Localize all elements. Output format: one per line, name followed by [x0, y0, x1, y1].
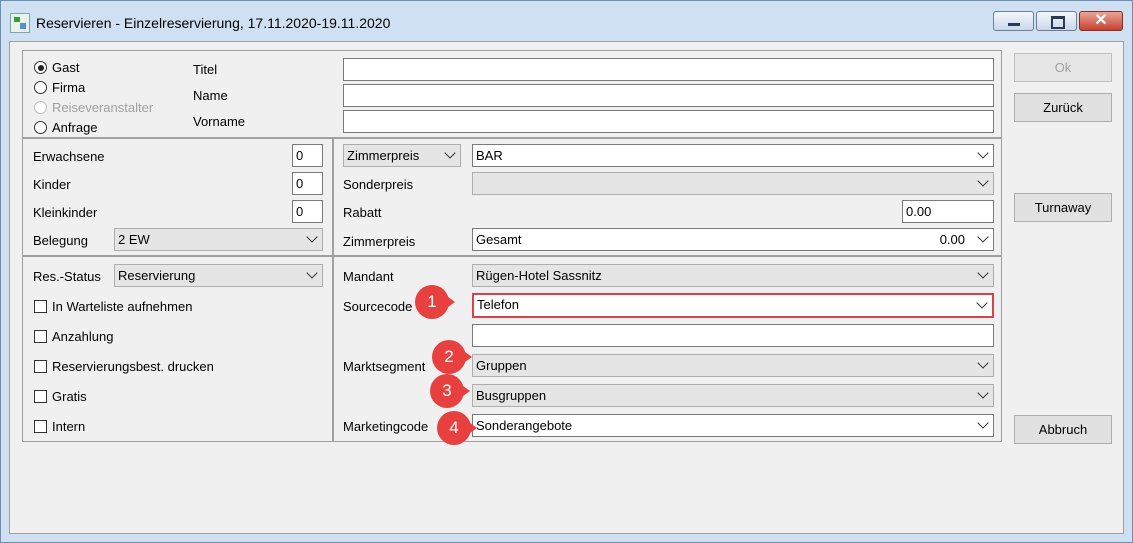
chevron-down-icon	[977, 417, 989, 429]
price-type-value: Zimmerpreis	[347, 148, 420, 163]
callout-badge-1: 1	[415, 285, 455, 319]
callout-badge-2: 2	[432, 340, 472, 374]
marktsegment-value: Gruppen	[476, 358, 527, 373]
intern-checkbox[interactable]	[34, 420, 47, 433]
kleinkinder-label: Kleinkinder	[33, 205, 98, 220]
mandant-select[interactable]: Rügen-Hotel Sassnitz	[472, 264, 994, 287]
zimmerpreis-value: 0.00	[939, 232, 965, 247]
rate-value: BAR	[476, 148, 503, 163]
chevron-down-icon	[977, 175, 989, 187]
warteliste-label[interactable]: In Warteliste aufnehmen	[52, 299, 192, 314]
minimize-icon	[1008, 23, 1020, 26]
sonderpreis-select[interactable]	[472, 172, 994, 195]
close-button[interactable]: ✕	[1079, 11, 1123, 31]
zimmerpreis-select[interactable]: Gesamt 0.00	[472, 228, 994, 251]
app-icon	[10, 13, 30, 33]
belegung-select[interactable]: 2 EW	[114, 228, 323, 251]
dialog-client-area: Gast Firma Reiseveranstalter Anfrage Tit…	[9, 41, 1124, 534]
chevron-down-icon	[976, 297, 988, 309]
gratis-checkbox[interactable]	[34, 390, 47, 403]
chevron-down-icon	[306, 267, 318, 279]
res-status-label: Res.-Status	[33, 269, 101, 284]
radio-reiseveranstalter-label[interactable]: Reiseveranstalter	[52, 100, 153, 115]
window-title: Reservieren - Einzelreservierung, 17.11.…	[36, 15, 391, 31]
minimize-button[interactable]	[993, 11, 1034, 31]
radio-gast[interactable]	[34, 61, 47, 74]
radio-anfrage[interactable]	[34, 121, 47, 134]
price-type-select[interactable]: Zimmerpreis	[343, 144, 461, 167]
callout-number: 1	[427, 292, 437, 311]
source-extra-input[interactable]	[472, 324, 994, 347]
anzahlung-checkbox[interactable]	[34, 330, 47, 343]
radio-reiseveranstalter[interactable]	[34, 101, 47, 114]
res-status-select[interactable]: Reservierung	[114, 264, 323, 287]
erwachsene-label: Erwachsene	[33, 149, 105, 164]
titel-label: Titel	[193, 62, 218, 77]
rabatt-input[interactable]: 0.00	[902, 200, 994, 223]
res-status-value: Reservierung	[118, 268, 196, 283]
titel-input[interactable]	[343, 58, 994, 81]
name-input[interactable]	[343, 84, 994, 107]
maximize-icon	[1051, 16, 1065, 29]
back-button[interactable]: Zurück	[1014, 93, 1112, 122]
zimmerpreis-label: Zimmerpreis	[343, 234, 416, 249]
mandant-value: Rügen-Hotel Sassnitz	[476, 268, 602, 283]
kleinkinder-input[interactable]: 0	[292, 200, 323, 223]
subsegment-value: Busgruppen	[476, 388, 547, 403]
sourcecode-label: Sourcecode	[343, 299, 413, 314]
sonderpreis-label: Sonderpreis	[343, 177, 414, 192]
mandant-label: Mandant	[343, 269, 394, 284]
marketingcode-label: Marketingcode	[343, 419, 429, 434]
rate-select[interactable]: BAR	[472, 144, 994, 167]
gratis-label[interactable]: Gratis	[52, 389, 87, 404]
marktsegment-select[interactable]: Gruppen	[472, 354, 994, 377]
marketingcode-select[interactable]: Sonderangebote	[472, 414, 994, 437]
chevron-down-icon	[977, 357, 989, 369]
radio-anfrage-label[interactable]: Anfrage	[52, 120, 98, 135]
chevron-down-icon	[444, 147, 456, 159]
warteliste-checkbox[interactable]	[34, 300, 47, 313]
chevron-down-icon	[977, 387, 989, 399]
belegung-label: Belegung	[33, 233, 88, 248]
sourcecode-value: Telefon	[477, 297, 519, 312]
callout-number: 2	[444, 347, 454, 366]
marketingcode-value: Sonderangebote	[476, 418, 573, 433]
title-bar[interactable]: Reservieren - Einzelreservierung, 17.11.…	[1, 1, 1132, 41]
radio-firma-label[interactable]: Firma	[52, 80, 85, 95]
chevron-down-icon	[977, 267, 989, 279]
close-icon: ✕	[1094, 12, 1108, 29]
rabatt-label: Rabatt	[343, 205, 382, 220]
vorname-input[interactable]	[343, 110, 994, 133]
erwachsene-input[interactable]: 0	[292, 144, 323, 167]
name-label: Name	[193, 88, 228, 103]
callout-number: 4	[449, 418, 459, 437]
zimmerpreis-mode: Gesamt	[476, 232, 522, 247]
vorname-label: Vorname	[193, 114, 246, 129]
chevron-down-icon	[306, 231, 318, 243]
marktsegment-label: Marktsegment	[343, 359, 426, 374]
reservation-window: Reservieren - Einzelreservierung, 17.11.…	[0, 0, 1133, 543]
sourcecode-select[interactable]: Telefon	[472, 293, 994, 318]
belegung-value: 2 EW	[118, 232, 150, 247]
reservierungsbest-label[interactable]: Reservierungsbest. drucken	[52, 359, 214, 374]
kinder-label: Kinder	[33, 177, 71, 192]
anzahlung-label[interactable]: Anzahlung	[52, 329, 113, 344]
maximize-button[interactable]	[1036, 11, 1077, 31]
cancel-button[interactable]: Abbruch	[1014, 415, 1112, 444]
kinder-input[interactable]: 0	[292, 172, 323, 195]
radio-firma[interactable]	[34, 81, 47, 94]
reservierungsbest-checkbox[interactable]	[34, 360, 47, 373]
ok-button[interactable]: Ok	[1014, 53, 1112, 82]
subsegment-select[interactable]: Busgruppen	[472, 384, 994, 407]
radio-gast-label[interactable]: Gast	[52, 60, 79, 75]
turnaway-button[interactable]: Turnaway	[1014, 193, 1112, 222]
callout-badge-3: 3	[430, 374, 470, 408]
callout-badge-4: 4	[437, 411, 477, 445]
callout-number: 3	[442, 381, 452, 400]
intern-label[interactable]: Intern	[52, 419, 85, 434]
chevron-down-icon	[977, 147, 989, 159]
chevron-down-icon	[977, 231, 989, 243]
